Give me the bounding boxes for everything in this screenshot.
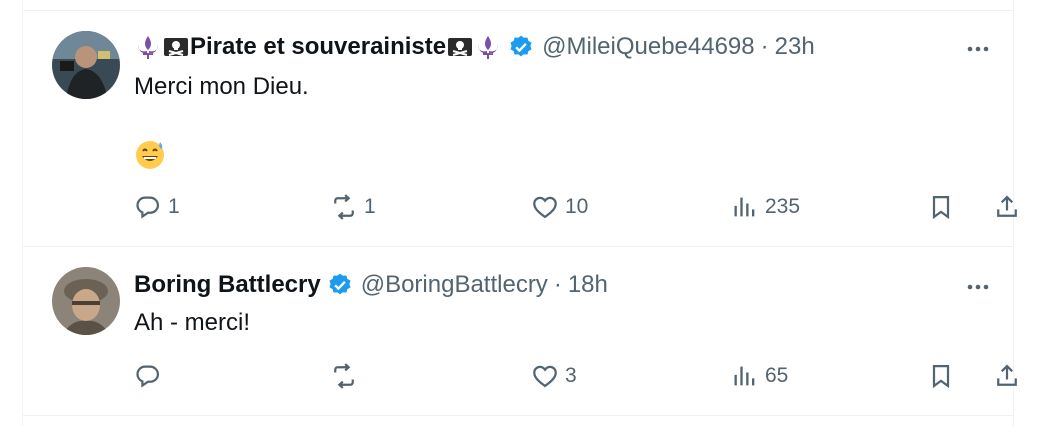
tweet-header: Pirate et souverainiste @MileiQuebe44698… [134,32,953,62]
like-count: 10 [565,195,589,218]
repost-button[interactable] [330,362,364,390]
share-button[interactable] [993,362,1021,390]
tweet-text: Ah - merci! [134,309,251,336]
like-count: 3 [565,364,577,387]
tweet[interactable]: Boring Battlecry @BoringBattlecry · 18h … [23,247,1017,415]
like-button[interactable]: 3 [531,362,577,390]
tweet-actions: 3 65 [134,362,1017,396]
view-count: 65 [765,364,789,387]
grinning-sweat-emoji [134,139,166,179]
reply-count: 1 [168,195,180,218]
more-options-icon[interactable] [963,272,993,302]
avatar[interactable] [52,31,120,99]
pirate-flag-emoji [446,33,474,61]
separator-dot: · [760,33,769,60]
tweet-actions: 1 1 10 235 [134,193,1017,227]
reply-icon [136,196,160,219]
bookmark-button[interactable] [927,362,955,390]
repost-count: 1 [364,195,376,218]
fleur-de-lis-emoji [474,33,502,61]
avatar[interactable] [52,267,120,335]
tweet-text: Merci mon Dieu. [134,73,309,100]
repost-button[interactable]: 1 [330,193,376,221]
timestamp[interactable]: 18h [568,270,608,300]
heart-icon [533,365,557,388]
share-button[interactable] [993,193,1021,221]
timestamp[interactable]: 23h [775,32,815,62]
fleur-de-lis-emoji [134,33,162,61]
timeline-column: Pirate et souverainiste @MileiQuebe44698… [22,0,1017,426]
views-button[interactable]: 65 [731,362,788,390]
display-name[interactable]: Pirate et souverainiste [190,32,446,62]
repost-icon [334,194,354,220]
share-icon [997,364,1017,386]
separator-dot: · [553,271,562,298]
tweet[interactable]: Pirate et souverainiste @MileiQuebe44698… [23,11,1017,246]
bookmark-button[interactable] [927,193,955,221]
view-count: 235 [765,195,801,218]
verified-badge-icon[interactable] [508,34,534,60]
bookmark-icon [932,364,950,389]
verified-badge-icon[interactable] [327,272,353,298]
reply-icon [136,365,160,388]
share-icon [997,195,1017,217]
reply-button[interactable]: 1 [134,193,180,221]
pirate-flag-emoji [162,33,190,61]
divider [23,415,1013,416]
views-button[interactable]: 235 [731,193,800,221]
views-icon [734,197,755,217]
user-handle[interactable]: @BoringBattlecry [361,270,548,300]
like-button[interactable]: 10 [531,193,588,221]
more-options-icon[interactable] [963,34,993,64]
reply-button[interactable] [134,362,168,390]
heart-icon [533,196,557,219]
display-name[interactable]: Boring Battlecry [134,270,321,300]
tweet-header: Boring Battlecry @BoringBattlecry · 18h [134,270,953,300]
repost-icon [334,363,354,389]
views-icon [734,366,755,386]
user-handle[interactable]: @MileiQuebe44698 [542,32,755,62]
bookmark-icon [932,195,950,220]
